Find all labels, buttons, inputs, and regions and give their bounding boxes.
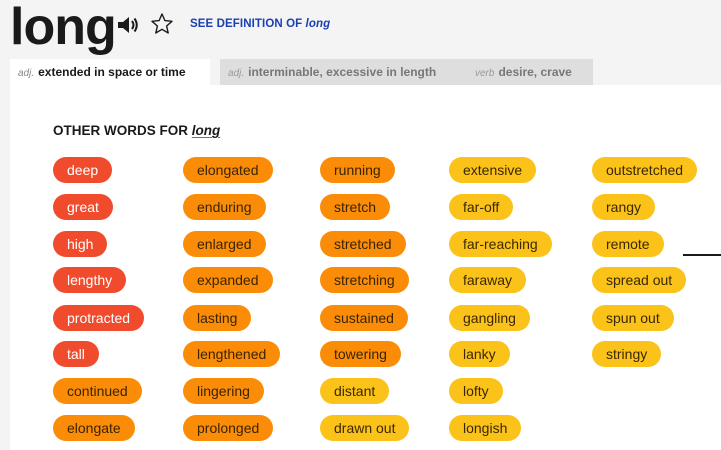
synonym-pill[interactable]: longish [449, 415, 522, 441]
synonym-pill[interactable]: protracted [53, 305, 145, 331]
section-title-word: long [191, 123, 221, 138]
synonym-pill[interactable]: towering [320, 341, 401, 367]
synonym-pill[interactable]: deep [53, 157, 113, 183]
synonym-pill[interactable]: far-reaching [449, 231, 552, 257]
synonym-pill[interactable]: great [53, 194, 113, 220]
synonym-pill[interactable]: expanded [183, 267, 273, 293]
synonym-pill[interactable]: lanky [449, 341, 510, 367]
synonym-pill[interactable]: continued [53, 378, 142, 404]
synonym-pill[interactable]: tall [53, 341, 99, 367]
section-title-prefix: OTHER WORDS FOR [53, 123, 192, 138]
synonym-pill[interactable]: lingering [183, 378, 264, 404]
tab-extended-in-space-or-time[interactable]: adj. extended in space or time [10, 59, 210, 85]
synonym-pill[interactable]: stringy [592, 341, 662, 367]
synonym-pill[interactable]: distant [320, 378, 390, 404]
synonym-pill[interactable]: drawn out [320, 415, 410, 441]
synonym-pill[interactable]: sustained [320, 305, 408, 331]
synonym-pill[interactable]: running [320, 157, 395, 183]
tab-pos: adj. [228, 68, 245, 79]
synonym-pill[interactable]: spread out [592, 267, 687, 293]
synonym-pill[interactable]: stretching [320, 267, 409, 293]
see-definition-label: SEE DEFINITION OF [190, 18, 306, 30]
synonym-pill[interactable]: stretch [320, 194, 391, 220]
speaker-icon[interactable] [116, 14, 140, 36]
synonym-pill[interactable]: outstretched [592, 157, 698, 183]
tab-interminable[interactable]: adj. interminable, excessive in length [220, 59, 471, 85]
synonym-pill[interactable]: lasting [183, 305, 252, 331]
headword: long [10, 0, 117, 56]
synonym-pill[interactable]: spun out [592, 305, 674, 331]
synonym-pill[interactable]: rangy [592, 194, 656, 220]
tab-pos: adj. [18, 68, 35, 79]
tab-label: extended in space or time [38, 65, 186, 79]
tab-label: desire, crave [498, 65, 572, 79]
synonym-pill[interactable]: lengthy [53, 267, 127, 293]
synonym-pill[interactable]: enlarged [183, 231, 266, 257]
synonym-pill[interactable]: elongate [53, 415, 135, 441]
see-definition-link[interactable]: SEE DEFINITION OF long [190, 18, 330, 30]
synonym-pill[interactable]: elongated [183, 157, 273, 183]
synonym-pill[interactable]: prolonged [183, 415, 274, 441]
synonym-pill[interactable]: lengthened [183, 341, 281, 367]
synonym-pill[interactable]: gangling [449, 305, 530, 331]
section-title: OTHER WORDS FOR long [53, 123, 220, 138]
synonym-pill[interactable]: stretched [320, 231, 406, 257]
tab-label: interminable, excessive in length [248, 65, 437, 79]
synonyms-panel: OTHER WORDS FOR long deep great high len… [10, 85, 721, 450]
divider-line [683, 254, 721, 256]
synonym-pill[interactable]: faraway [449, 267, 527, 293]
see-definition-word: long [305, 18, 331, 30]
synonym-pill[interactable]: remote [592, 231, 664, 257]
tab-pos: verb [475, 68, 495, 79]
synonym-pill[interactable]: far-off [449, 194, 514, 220]
word-header: long SEE DEFINITION OF long [0, 0, 721, 58]
star-outline-icon[interactable] [150, 12, 174, 36]
synonym-pill[interactable]: high [53, 231, 108, 257]
tab-desire-crave[interactable]: verb desire, crave [467, 59, 593, 85]
synonym-pill[interactable]: lofty [449, 378, 503, 404]
synonym-pill[interactable]: enduring [183, 194, 266, 220]
synonym-pill[interactable]: extensive [449, 157, 537, 183]
